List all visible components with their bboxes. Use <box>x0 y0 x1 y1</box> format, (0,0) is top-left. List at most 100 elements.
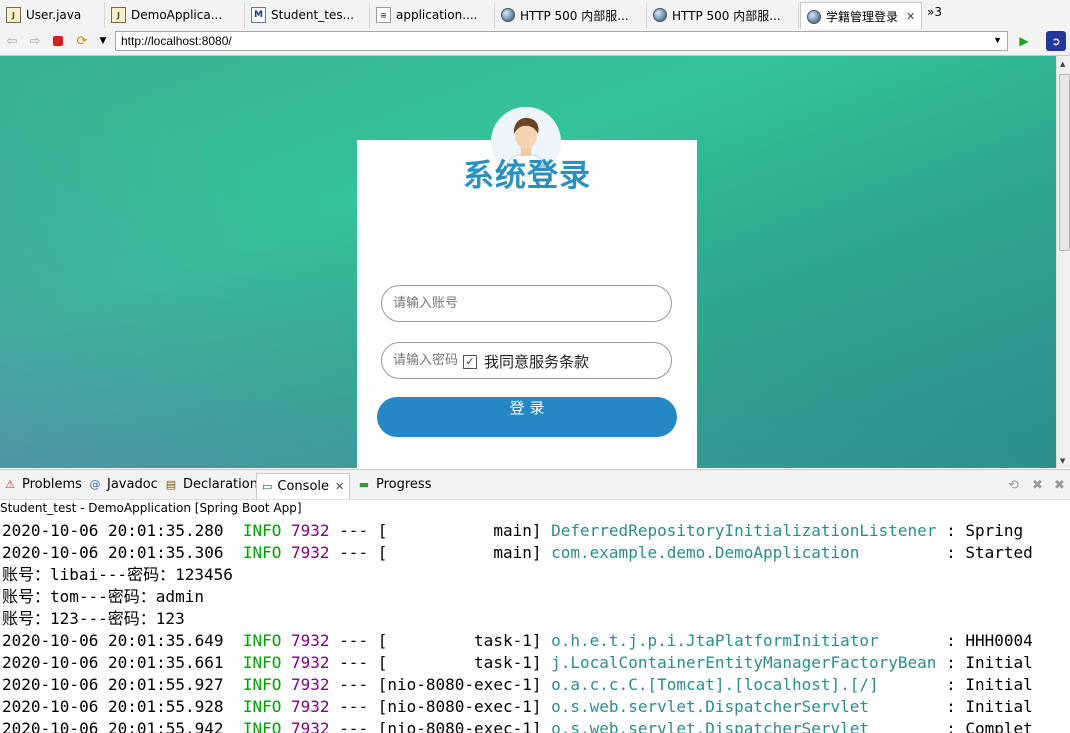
log-separator: --- <box>339 697 369 716</box>
tab-label: Problems <box>22 477 82 492</box>
console-line: 2020-10-06 20:01:35.280 INFO 7932 --- [ … <box>2 520 1023 542</box>
editor-tab-label: DemoApplica... <box>131 8 223 22</box>
console-line: 2020-10-06 20:01:55.927 INFO 7932 --- [n… <box>2 674 1033 696</box>
log-pid: 7932 <box>291 697 330 716</box>
agree-checkbox[interactable]: ✓ <box>463 354 477 369</box>
log-pid: 7932 <box>291 653 330 672</box>
agree-terms-row: ✓ 我同意服务条款 <box>463 351 589 372</box>
globe-icon <box>501 8 515 22</box>
java-file-icon: J <box>6 7 21 23</box>
tab-label: Progress <box>376 477 432 492</box>
log-message: : Complet <box>946 719 1033 733</box>
tab-progress[interactable]: ▬ Progress <box>357 477 432 492</box>
console-line: 账号：libai---密码：123456 <box>2 565 233 584</box>
progress-icon: ▬ <box>358 478 370 491</box>
problems-icon: ⚠ <box>5 478 15 491</box>
tab-label: Declaration <box>183 477 258 492</box>
log-timestamp: 2020-10-06 20:01:55.942 <box>2 719 224 733</box>
login-button[interactable]: 登 录 <box>377 397 677 437</box>
chevron-down-icon[interactable]: ▼ <box>95 33 111 49</box>
console-icon: ▭ <box>262 480 273 493</box>
log-timestamp: 2020-10-06 20:01:35.649 <box>2 631 224 650</box>
editor-tab-label: 学籍管理登录 <box>826 10 899 24</box>
tabs-overflow-button[interactable]: »3 <box>927 5 942 19</box>
properties-file-icon: ≡ <box>376 7 391 23</box>
log-thread: [ main] <box>377 543 542 562</box>
console-header: Student_test - DemoApplication [Spring B… <box>0 500 1070 519</box>
url-dropdown-icon[interactable]: ▼ <box>993 35 1002 45</box>
editor-tab-application-properties[interactable]: ≡ application.... <box>370 2 495 28</box>
stop-icon[interactable] <box>50 33 66 49</box>
agree-label: 我同意服务条款 <box>484 353 590 371</box>
tab-label: Javadoc <box>107 477 158 492</box>
log-pid: 7932 <box>291 675 330 694</box>
log-thread: [ main] <box>377 521 542 540</box>
forward-arrow-icon[interactable]: ⇨ <box>27 33 43 49</box>
open-external-browser-icon[interactable]: ➲ <box>1046 31 1066 51</box>
url-field[interactable]: http://localhost:8080/ ▼ <box>115 31 1008 51</box>
page-title: 系统登录 <box>463 158 591 194</box>
scroll-up-icon[interactable]: ▲ <box>1060 60 1065 68</box>
username-input[interactable] <box>381 285 672 322</box>
browser-toolbar: ⇦ ⇨ ⟳ ▼ http://localhost:8080/ ▼ ▶ ➲ <box>0 29 1070 56</box>
editor-tab-user-java[interactable]: J User.java <box>0 2 105 28</box>
tab-console[interactable]: ▭ Console ✕ <box>256 473 350 499</box>
log-message: : HHH0004 <box>946 631 1033 650</box>
log-separator: --- <box>339 521 369 540</box>
terminate-icon[interactable]: ✖ <box>1032 478 1043 493</box>
log-logger: j.LocalContainerEntityManagerFactoryBean <box>551 653 937 672</box>
log-timestamp: 2020-10-06 20:01:55.927 <box>2 675 224 694</box>
console-line: 账号：tom---密码：admin <box>2 587 204 606</box>
log-pid: 7932 <box>291 521 330 540</box>
tab-javadoc[interactable]: @ Javadoc <box>88 477 158 492</box>
console-line: 2020-10-06 20:01:35.649 INFO 7932 --- [ … <box>2 630 1033 652</box>
log-logger: o.s.web.servlet.DispatcherServlet <box>551 719 937 733</box>
close-icon[interactable]: ✕ <box>906 10 915 23</box>
editor-tab-label: HTTP 500 内部服... <box>672 8 781 23</box>
log-thread: [nio-8080-exec-1] <box>377 697 542 716</box>
close-icon[interactable]: ✕ <box>335 480 344 493</box>
maven-pom-icon: M <box>251 7 266 23</box>
scroll-down-icon[interactable]: ▼ <box>1060 457 1065 465</box>
editor-tab-demoapplication[interactable]: J DemoApplica... <box>105 2 245 28</box>
log-logger: o.h.e.t.j.p.i.JtaPlatformInitiator <box>551 631 937 650</box>
log-separator: --- <box>339 675 369 694</box>
log-pid: 7932 <box>291 631 330 650</box>
editor-tab-label: HTTP 500 内部服... <box>520 8 629 23</box>
view-tab-bar: ⚠ Problems @ Javadoc ▤ Declaration ▭ Con… <box>0 469 1070 500</box>
editor-tab-http500-2[interactable]: HTTP 500 内部服... <box>647 2 799 28</box>
log-separator: --- <box>339 653 369 672</box>
console-line: 账号：123---密码：123 <box>2 609 185 628</box>
log-level: INFO <box>242 543 282 562</box>
console-line: 2020-10-06 20:01:55.942 INFO 7932 --- [n… <box>2 718 1033 733</box>
log-message: : Spring <box>946 521 1024 540</box>
pin-console-icon[interactable]: ⟲ <box>1008 478 1019 493</box>
url-text: http://localhost:8080/ <box>121 34 232 48</box>
console-output[interactable]: 2020-10-06 20:01:35.280 INFO 7932 --- [ … <box>0 519 1070 733</box>
log-thread: [ task-1] <box>377 653 542 672</box>
log-logger: com.example.demo.DemoApplication <box>551 543 937 562</box>
log-thread: [ task-1] <box>377 631 542 650</box>
back-arrow-icon[interactable]: ⇦ <box>4 33 20 49</box>
declaration-icon: ▤ <box>165 478 177 491</box>
log-level: INFO <box>242 653 282 672</box>
remove-all-terminated-icon[interactable]: ✖ <box>1054 478 1065 493</box>
globe-icon <box>807 9 821 24</box>
log-thread: [nio-8080-exec-1] <box>377 719 542 733</box>
tab-declaration[interactable]: ▤ Declaration <box>164 477 258 492</box>
log-logger: o.s.web.servlet.DispatcherServlet <box>551 697 937 716</box>
log-logger: o.a.c.c.C.[Tomcat].[localhost].[/] <box>551 675 937 694</box>
javadoc-icon: @ <box>89 478 101 491</box>
editor-tab-student-test[interactable]: M Student_tes... <box>245 2 370 28</box>
editor-tab-login-page[interactable]: 学籍管理登录 ✕ <box>800 2 922 30</box>
console-line: 2020-10-06 20:01:55.928 INFO 7932 --- [n… <box>2 696 1033 718</box>
go-icon[interactable]: ▶ <box>1016 33 1032 49</box>
log-level: INFO <box>242 697 282 716</box>
scrollbar-thumb[interactable] <box>1059 74 1070 251</box>
editor-tab-http500-1[interactable]: HTTP 500 内部服... <box>495 2 647 28</box>
editor-tab-bar: J User.java J DemoApplica... M Student_t… <box>0 0 1070 30</box>
log-message: : Started <box>946 543 1033 562</box>
tab-problems[interactable]: ⚠ Problems <box>3 477 82 492</box>
page-scrollbar[interactable]: ▲ ▼ <box>1056 56 1070 468</box>
refresh-icon[interactable]: ⟳ <box>74 33 90 49</box>
